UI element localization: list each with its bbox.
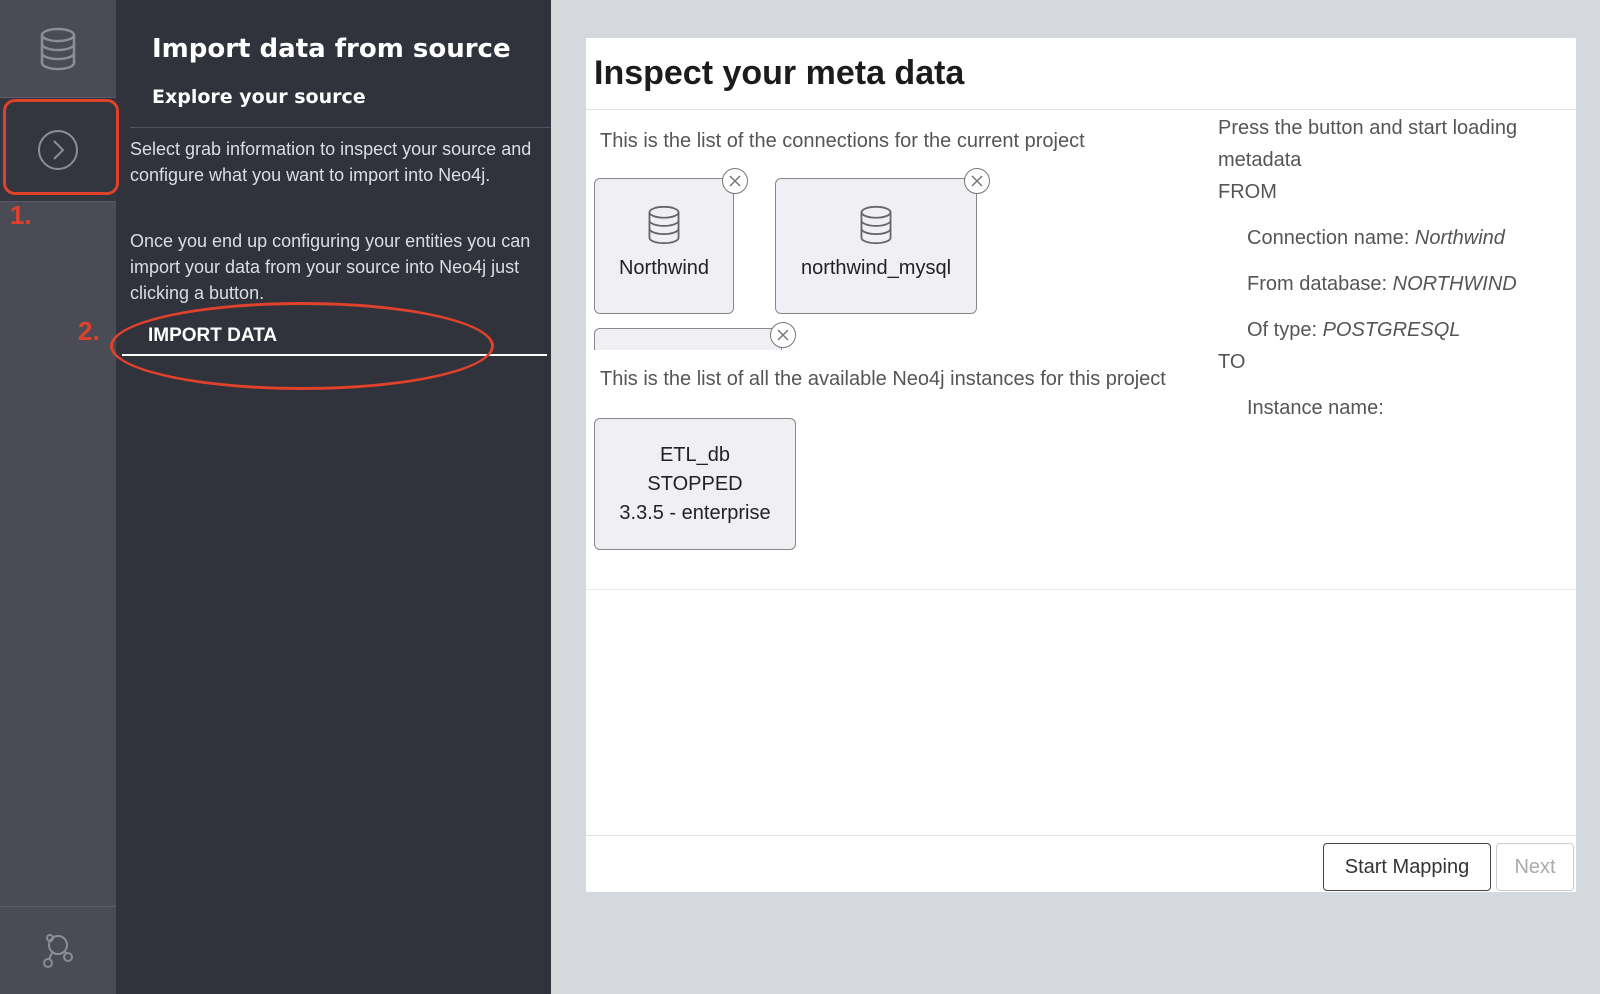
metadata-summary: Press the button and start loading metad… <box>1218 112 1558 424</box>
remove-connection-northwind-button[interactable] <box>722 168 748 194</box>
connection-name: northwind_mysql <box>800 257 952 279</box>
summary-to: TO <box>1218 351 1246 373</box>
close-icon <box>729 175 741 187</box>
connection-tile-northwind-mysql[interactable]: northwind_mysql <box>775 178 977 314</box>
summary-connection-name: Connection name: Northwind <box>1247 227 1505 249</box>
import-panel: Import data from source Explore your sou… <box>116 0 551 994</box>
annotation-step-1: 1. <box>10 200 32 230</box>
panel-subtitle: Explore your source <box>152 86 366 108</box>
panel-title: Import data from source <box>152 34 511 64</box>
start-mapping-button[interactable]: Start Mapping <box>1323 843 1491 891</box>
annotation-highlight-ellipse <box>110 302 494 390</box>
content-divider <box>586 589 1576 590</box>
next-button[interactable]: Next <box>1496 843 1574 891</box>
page-title: Inspect your meta data <box>594 54 965 92</box>
summary-instance-name: Instance name: <box>1247 397 1384 419</box>
panel-divider <box>130 127 551 128</box>
header-divider <box>586 109 1576 110</box>
database-icon <box>648 205 680 245</box>
instance-status: STOPPED <box>647 472 743 495</box>
summary-from-database: From database: NORTHWIND <box>1247 273 1517 295</box>
footer-divider <box>586 835 1576 836</box>
database-icon <box>860 205 892 245</box>
connection-tile-partial[interactable] <box>594 328 782 350</box>
rail-database-button[interactable] <box>0 0 116 98</box>
close-icon <box>777 329 789 341</box>
connection-tile-northwind[interactable]: Northwind <box>594 178 734 314</box>
remove-connection-partial-button[interactable] <box>770 322 796 348</box>
database-icon <box>40 27 76 70</box>
summary-intro: Press the button and start loading metad… <box>1218 117 1518 171</box>
instances-label: This is the list of all the available Ne… <box>600 368 1166 390</box>
connection-name: Northwind <box>618 257 710 279</box>
summary-type: Of type: POSTGRESQL <box>1247 319 1461 341</box>
rail-neo4j-button[interactable] <box>0 906 116 994</box>
neo4j-instance-tile[interactable]: ETL_db STOPPED 3.3.5 - enterprise <box>594 418 796 550</box>
remove-connection-northwind-mysql-button[interactable] <box>964 168 990 194</box>
instance-version: 3.3.5 - enterprise <box>619 501 771 524</box>
summary-from: FROM <box>1218 181 1277 203</box>
close-icon <box>971 175 983 187</box>
connections-label: This is the list of the connections for … <box>600 130 1085 152</box>
panel-description: Select grab information to inspect your … <box>130 139 532 185</box>
instance-name: ETL_db <box>659 443 731 466</box>
inspect-metadata-card: Inspect your meta data This is the list … <box>586 38 1576 892</box>
annotation-highlight-rect <box>3 99 119 195</box>
annotation-step-2: 2. <box>78 316 100 346</box>
neo4j-logo-icon <box>43 933 73 968</box>
panel-instructions: Once you end up configuring your entitie… <box>130 231 531 303</box>
